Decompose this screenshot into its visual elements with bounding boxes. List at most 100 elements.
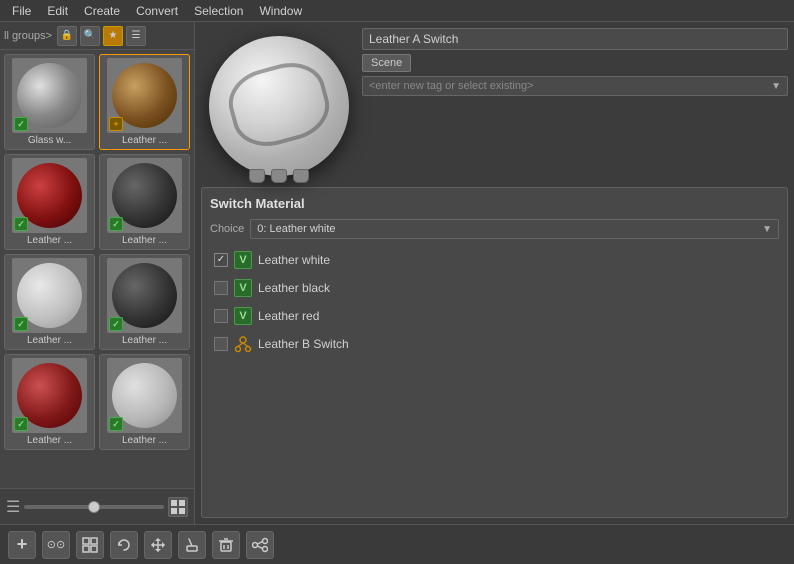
checkmark-leather-white: ✓ <box>217 255 225 265</box>
size-slider[interactable] <box>24 505 164 509</box>
list-item-leather-red[interactable]: V Leather red <box>210 303 779 329</box>
label-leather-red2: Leather ... <box>8 435 91 446</box>
menu-window[interactable]: Window <box>251 2 310 20</box>
material-thumb-leather-white[interactable]: ✓ Leather ... <box>4 254 95 350</box>
filter-btn[interactable]: ★ <box>103 26 123 46</box>
thumb-img-leather-black2: ✓ <box>107 258 182 333</box>
check-leather-b-switch[interactable] <box>214 337 228 351</box>
label-leather-black: Leather ... <box>103 235 186 246</box>
menu-selection[interactable]: Selection <box>186 2 251 20</box>
badge-leather-white: ✓ <box>14 317 28 331</box>
material-list: ✓ V Leather white V Leather black V Leat… <box>210 247 779 357</box>
thumb-img-leather-white2: ✓ <box>107 358 182 433</box>
menu-create[interactable]: Create <box>76 2 128 20</box>
tags-area: Scene <box>362 54 788 72</box>
badge-leather-white2: ✓ <box>109 417 123 431</box>
choice-value: 0: Leather white <box>257 223 335 235</box>
thumb-img-leather-black: ✓ <box>107 158 182 233</box>
menu-file[interactable]: File <box>4 2 39 20</box>
thumb-img-leather-white: ✓ <box>12 258 87 333</box>
main-content: ll groups> 🔒 🔍 ★ ☰ ✓ Glass w... <box>0 22 794 524</box>
rotate-btn[interactable] <box>110 531 138 559</box>
bottom-toolbar: + ⊙⊙ <box>0 524 794 564</box>
choice-dropdown-arrow: ▼ <box>762 224 772 235</box>
add-btn[interactable]: + <box>8 531 36 559</box>
list-item-leather-white[interactable]: ✓ V Leather white <box>210 247 779 273</box>
list-view-icon[interactable]: ☰ <box>6 497 20 517</box>
label-leather-white2: Leather ... <box>103 435 186 446</box>
material-thumb-leather-red[interactable]: ✓ Leather ... <box>4 154 95 250</box>
choice-label: Choice <box>210 223 244 235</box>
left-bottom-toolbar: ☰ <box>0 488 194 524</box>
sphere-groove <box>221 55 336 155</box>
switch-panel-title: Switch Material <box>210 196 779 211</box>
material-grid: ✓ Glass w... ✦ Leather ... <box>0 50 194 488</box>
tag-input[interactable]: <enter new tag or select existing> ▼ <box>362 76 788 96</box>
preview-sphere-container <box>201 28 356 183</box>
size-slider-container <box>24 505 164 509</box>
menu-convert[interactable]: Convert <box>128 2 186 20</box>
left-toolbar: ll groups> 🔒 🔍 ★ ☰ <box>0 22 194 50</box>
scene-tag[interactable]: Scene <box>362 54 411 72</box>
move-btn[interactable] <box>144 531 172 559</box>
label-leather-orange: Leather ... <box>103 135 186 146</box>
label-glass: Glass w... <box>8 135 91 146</box>
link-btn[interactable] <box>246 531 274 559</box>
preview-section: Leather A Switch Scene <enter new tag or… <box>201 28 788 183</box>
left-panel: ll groups> 🔒 🔍 ★ ☰ ✓ Glass w... <box>0 22 195 524</box>
check-leather-black[interactable] <box>214 281 228 295</box>
name-leather-red: Leather red <box>258 309 319 323</box>
material-thumb-leather-white2[interactable]: ✓ Leather ... <box>99 354 190 450</box>
lock-btn[interactable]: 🔒 <box>57 26 77 46</box>
name-leather-b-switch: Leather B Switch <box>258 337 349 351</box>
check-leather-red[interactable] <box>214 309 228 323</box>
choice-row: Choice 0: Leather white ▼ <box>210 219 779 239</box>
grid-view-btn[interactable] <box>168 497 188 517</box>
menu-edit[interactable]: Edit <box>39 2 76 20</box>
delete-btn[interactable] <box>212 531 240 559</box>
name-leather-black: Leather black <box>258 281 330 295</box>
menu-bar: File Edit Create Convert Selection Windo… <box>0 0 794 22</box>
list-item-leather-black[interactable]: V Leather black <box>210 275 779 301</box>
material-name-bar[interactable]: Leather A Switch <box>362 28 788 50</box>
badge-leather-red2: ✓ <box>14 417 28 431</box>
right-info-panel: Leather A Switch Scene <enter new tag or… <box>362 28 788 183</box>
badge-leather-orange: ✦ <box>109 117 123 131</box>
icon-leather-red: V <box>234 307 252 325</box>
sphere-clamps <box>249 169 309 183</box>
tag-dropdown-arrow: ▼ <box>771 81 781 92</box>
material-thumb-leather-orange[interactable]: ✦ Leather ... <box>99 54 190 150</box>
material-thumb-leather-red2[interactable]: ✓ Leather ... <box>4 354 95 450</box>
badge-leather-red: ✓ <box>14 217 28 231</box>
icon-leather-black: V <box>234 279 252 297</box>
switch-panel: Switch Material Choice 0: Leather white … <box>201 187 788 518</box>
right-panel: Leather A Switch Scene <enter new tag or… <box>195 22 794 524</box>
badge-glass: ✓ <box>14 117 28 131</box>
size-slider-thumb <box>88 501 100 513</box>
material-thumb-leather-black[interactable]: ✓ Leather ... <box>99 154 190 250</box>
thumb-img-leather-orange: ✦ <box>107 58 182 133</box>
list-btn[interactable]: ☰ <box>126 26 146 46</box>
label-leather-red: Leather ... <box>8 235 91 246</box>
thumb-img-leather-red2: ✓ <box>12 358 87 433</box>
material-thumb-glass[interactable]: ✓ Glass w... <box>4 54 95 150</box>
broom-btn[interactable] <box>178 531 206 559</box>
check-leather-white[interactable]: ✓ <box>214 253 228 267</box>
label-leather-black2: Leather ... <box>103 335 186 346</box>
groups-label: ll groups> <box>4 30 52 42</box>
grid-btn[interactable] <box>76 531 104 559</box>
thumb-img-glass: ✓ <box>12 58 87 133</box>
choice-select[interactable]: 0: Leather white ▼ <box>250 219 779 239</box>
label-leather-white: Leather ... <box>8 335 91 346</box>
material-thumb-leather-black2[interactable]: ✓ Leather ... <box>99 254 190 350</box>
circles-btn[interactable]: ⊙⊙ <box>42 531 70 559</box>
list-item-leather-b-switch[interactable]: Leather B Switch <box>210 331 779 357</box>
tag-input-placeholder: <enter new tag or select existing> <box>369 80 533 92</box>
name-leather-white: Leather white <box>258 253 330 267</box>
badge-leather-black: ✓ <box>109 217 123 231</box>
preview-sphere-large <box>209 36 349 176</box>
badge-leather-black2: ✓ <box>109 317 123 331</box>
icon-leather-b-switch <box>234 335 252 353</box>
search-btn[interactable]: 🔍 <box>80 26 100 46</box>
icon-leather-white: V <box>234 251 252 269</box>
